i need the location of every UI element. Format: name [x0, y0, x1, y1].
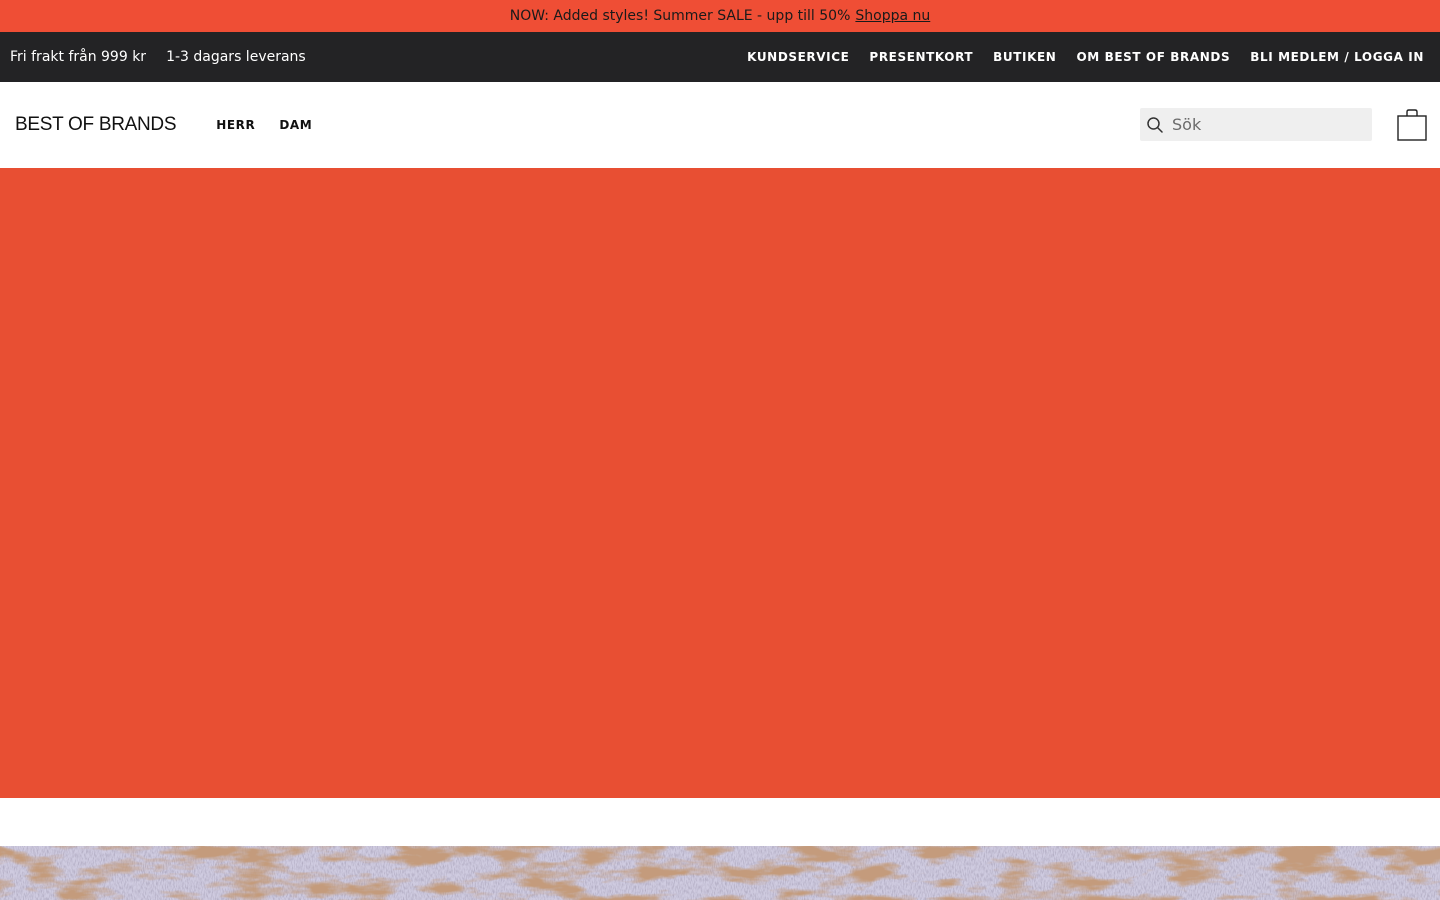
nav-herr[interactable]: HERR	[216, 118, 255, 132]
logo[interactable]: BEST OF BRANDS	[15, 114, 177, 136]
main-nav: HERR DAM	[216, 118, 336, 132]
utility-nav: KUNDSERVICE PRESENTKORT BUTIKEN OM BEST …	[727, 50, 1440, 64]
usp-delivery-time: 1-3 dagars leverans	[166, 49, 306, 65]
promo-shop-link[interactable]: Shoppa nu	[855, 8, 930, 24]
hero-banner[interactable]	[0, 168, 1440, 798]
nav-about[interactable]: OM BEST OF BRANDS	[1076, 50, 1230, 64]
nav-dam[interactable]: DAM	[279, 118, 312, 132]
promo-banner: NOW: Added styles! Summer SALE - upp til…	[0, 0, 1440, 32]
main-header: BEST OF BRANDS HERR DAM	[0, 82, 1440, 168]
nav-gift-cards[interactable]: PRESENTKORT	[869, 50, 973, 64]
nav-store[interactable]: BUTIKEN	[993, 50, 1056, 64]
shopping-bag-icon[interactable]	[1396, 108, 1428, 142]
nav-customer-service[interactable]: KUNDSERVICE	[747, 50, 849, 64]
usp-list: Fri frakt från 999 kr 1-3 dagars leveran…	[0, 49, 326, 65]
usp-free-shipping: Fri frakt från 999 kr	[10, 49, 147, 65]
search-icon[interactable]	[1146, 116, 1164, 134]
search-input[interactable]	[1172, 115, 1352, 134]
section-spacer	[0, 798, 1440, 846]
promo-text: NOW: Added styles! Summer SALE - upp til…	[509, 8, 851, 24]
nav-member-login[interactable]: BLI MEDLEM / LOGGA IN	[1250, 50, 1424, 64]
search-box	[1140, 108, 1372, 141]
texture-image[interactable]	[0, 846, 1440, 900]
utility-bar: Fri frakt från 999 kr 1-3 dagars leveran…	[0, 32, 1440, 82]
